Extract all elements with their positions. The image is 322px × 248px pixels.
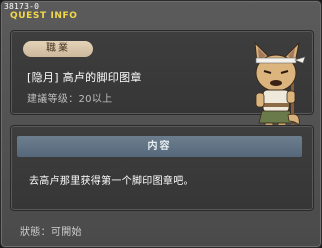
quest-name: [隐月] 高卢的脚印图章 xyxy=(27,71,142,84)
content-text: 去高卢那里获得第一个脚印图章吧。 xyxy=(29,176,194,187)
content-header: 内容 xyxy=(17,136,302,157)
quest-info-window: 38173-0 QUEST INFO 職業 [隐月] 高卢的脚印图章 建議等级：… xyxy=(0,0,322,248)
quest-summary-panel: 職業 [隐月] 高卢的脚印图章 建議等级：20以上 xyxy=(10,30,314,137)
quest-level-requirement: 建議等级：20以上 xyxy=(27,94,113,105)
quest-status: 狀態：可開始 xyxy=(20,227,82,238)
job-badge: 職業 xyxy=(23,41,93,57)
quest-id: 38173-0 xyxy=(4,2,40,11)
quest-content-panel: 内容 去高卢那里获得第一个脚印图章吧。 xyxy=(10,125,314,211)
window-title: QUEST INFO xyxy=(10,11,78,21)
